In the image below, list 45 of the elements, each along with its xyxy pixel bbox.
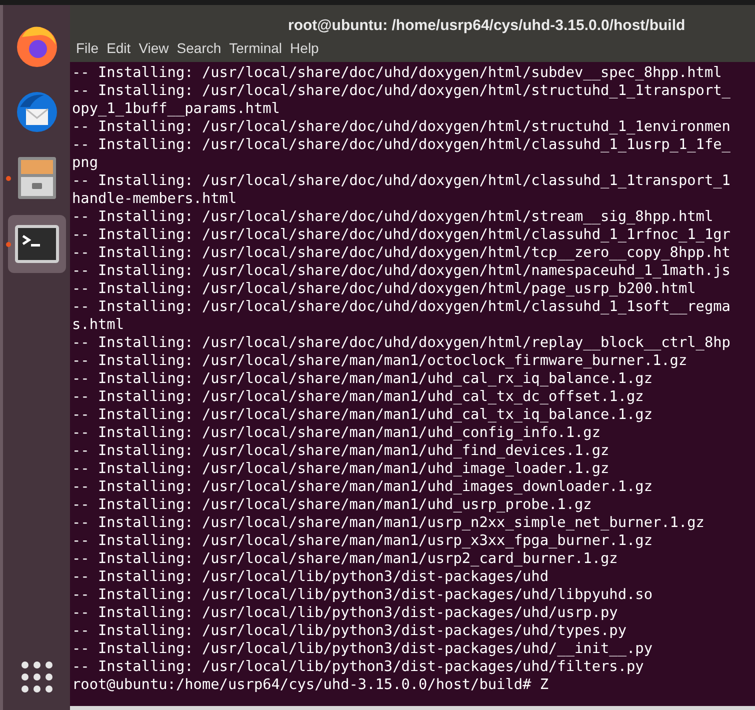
terminal-line: opy_1_1buff__params.html bbox=[72, 100, 280, 118]
terminal-line: -- Installing: /usr/local/share/doc/uhd/doxygen/html/classuhd_1_1transport_1 bbox=[72, 172, 730, 190]
terminal-line: -- Installing: /usr/local/share/man/man1/octoclock_firmware_burner.1.gz bbox=[72, 352, 688, 370]
menu-item[interactable]: Edit bbox=[102, 38, 135, 58]
terminal-line: -- Installing: /usr/local/share/man/man1/uhd_usrp_probe.1.gz bbox=[72, 496, 592, 514]
terminal-line: -- Installing: /usr/local/share/doc/uhd/doxygen/html/structuhd_1_1transport_ bbox=[72, 82, 730, 100]
terminal-icon bbox=[14, 224, 60, 264]
terminal-line: -- Installing: /usr/local/share/doc/uhd/doxygen/html/stream__sig_8hpp.html bbox=[72, 208, 714, 226]
terminal-line: -- Installing: /usr/local/share/man/man1/uhd_image_loader.1.gz bbox=[72, 460, 610, 478]
terminal-line: s.html bbox=[72, 316, 124, 334]
terminal-line: -- Installing: /usr/local/share/man/man1/uhd_images_downloader.1.gz bbox=[72, 478, 652, 496]
terminal-line: -- Installing: /usr/local/share/man/man1/usrp_n2xx_simple_net_burner.1.gz bbox=[72, 514, 704, 532]
dock-item[interactable] bbox=[8, 215, 66, 273]
terminal-line: -- Installing: /usr/local/share/doc/uhd/doxygen/html/tcp__zero__copy_8hpp.ht bbox=[72, 244, 730, 262]
menu-item[interactable]: File bbox=[72, 38, 103, 58]
terminal-line: -- Installing: /usr/local/share/doc/uhd/doxygen/html/page_usrp_b200.html bbox=[72, 280, 696, 298]
terminal-line: -- Installing: /usr/local/lib/python3/dist-packages/uhd/filters.py bbox=[72, 658, 644, 676]
terminal-line: -- Installing: /usr/local/share/doc/uhd/doxygen/html/structuhd_1_1environmen bbox=[72, 118, 730, 136]
terminal-line: -- Installing: /usr/local/lib/python3/dist-packages/uhd bbox=[72, 568, 549, 586]
terminal-line: -- Installing: /usr/local/lib/python3/dist-packages/uhd/libpyuhd.so bbox=[72, 586, 652, 604]
terminal-line: -- Installing: /usr/local/share/man/man1/uhd_config_info.1.gz bbox=[72, 424, 600, 442]
terminal-line: -- Installing: /usr/local/share/doc/uhd/doxygen/html/replay__block__ctrl_8hp bbox=[72, 334, 730, 352]
app-grid-icon[interactable] bbox=[20, 660, 54, 694]
terminal-line: -- Installing: /usr/local/share/doc/uhd/doxygen/html/classuhd_1_1usrp_1_1fe_ bbox=[72, 136, 730, 154]
window-title: root@ubuntu: /home/usrp64/cys/uhd-3.15.0.0/host/build bbox=[288, 17, 686, 34]
terminal-line: -- Installing: /usr/local/share/man/man1/uhd_cal_rx_iq_balance.1.gz bbox=[72, 370, 652, 388]
terminal-line: handle-members.html bbox=[72, 190, 237, 208]
menu-item[interactable]: View bbox=[134, 38, 173, 58]
shell-prompt: root@ubuntu:/home/usrp64/cys/uhd-3.15.0.0/host/build# Z bbox=[72, 676, 549, 694]
terminal-line: -- Installing: /usr/local/share/man/man1/usrp2_card_burner.1.gz bbox=[72, 550, 618, 568]
terminal-line: png bbox=[72, 154, 98, 172]
menu-item[interactable]: Terminal bbox=[225, 38, 286, 58]
terminal-line: -- Installing: /usr/local/share/doc/uhd/doxygen/html/classuhd_1_1rfnoc_1_1gr bbox=[72, 226, 730, 244]
terminal-line: -- Installing: /usr/local/lib/python3/dist-packages/uhd/types.py bbox=[72, 622, 626, 640]
menu-item[interactable]: Search bbox=[172, 38, 226, 58]
terminal-line: -- Installing: /usr/local/share/doc/uhd/doxygen/html/subdev__spec_8hpp.html bbox=[72, 64, 722, 82]
terminal-line: -- Installing: /usr/local/share/doc/uhd/doxygen/html/namespaceuhd_1_1math.js bbox=[72, 262, 730, 280]
terminal-line: -- Installing: /usr/local/share/man/man1/uhd_cal_tx_dc_offset.1.gz bbox=[72, 388, 644, 406]
menu-item[interactable]: Help bbox=[286, 38, 323, 58]
terminal-line: -- Installing: /usr/local/share/man/man1/uhd_find_devices.1.gz bbox=[72, 442, 610, 460]
terminal-line: -- Installing: /usr/local/share/man/man1/uhd_cal_tx_iq_balance.1.gz bbox=[72, 406, 652, 424]
terminal-line: -- Installing: /usr/local/lib/python3/dist-packages/uhd/__init__.py bbox=[72, 640, 652, 658]
terminal-line: -- Installing: /usr/local/lib/python3/dist-packages/uhd/usrp.py bbox=[72, 604, 618, 622]
terminal-line: -- Installing: /usr/local/share/doc/uhd/doxygen/html/classuhd_1_1soft__regma bbox=[72, 298, 730, 316]
terminal-line: -- Installing: /usr/local/share/man/man1/usrp_x3xx_fpga_burner.1.gz bbox=[72, 532, 652, 550]
